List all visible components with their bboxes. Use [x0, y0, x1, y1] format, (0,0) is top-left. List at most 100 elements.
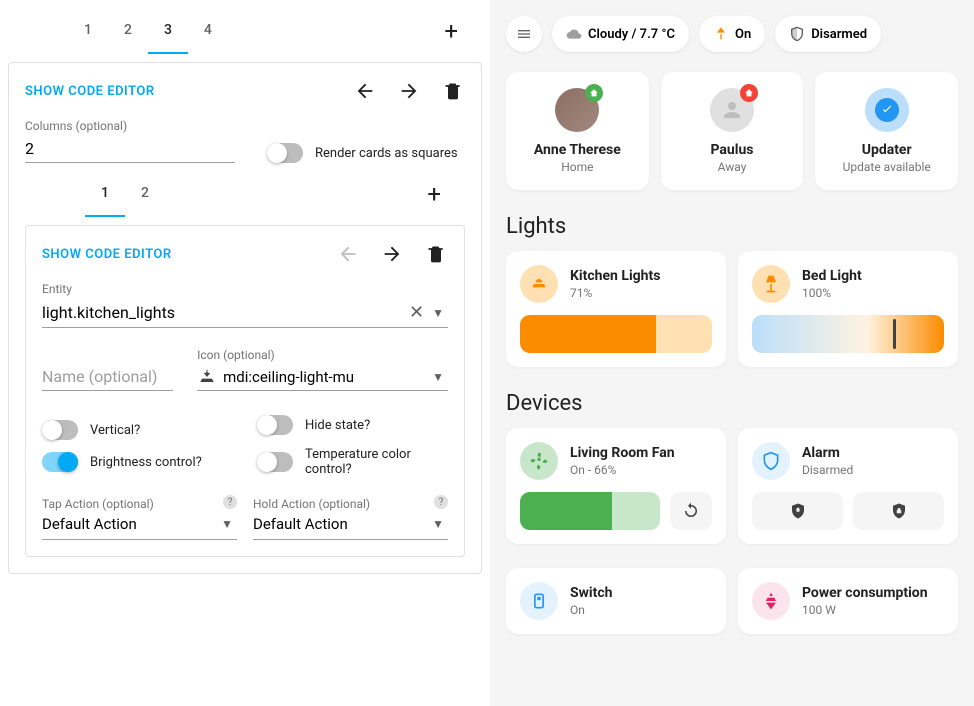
inner-tab-1[interactable]: 1 [85, 171, 125, 217]
fan-icon [520, 442, 558, 480]
device-card-fan[interactable]: Living Room Fan On - 66% [506, 428, 726, 544]
card-sub: On - 66% [570, 463, 675, 477]
cloud-icon [566, 26, 582, 42]
home-badge-icon [585, 84, 603, 102]
columns-input[interactable] [25, 135, 235, 163]
device-card-switch[interactable]: Switch On [506, 568, 726, 634]
render-squares-label: Render cards as squares [315, 146, 458, 161]
hide-state-toggle[interactable] [257, 415, 293, 435]
tab-2[interactable]: 2 [108, 8, 148, 54]
switch-icon [520, 582, 558, 620]
help-icon[interactable]: ? [223, 495, 237, 509]
brightness-toggle[interactable] [42, 452, 78, 472]
arm-away-button[interactable] [853, 492, 944, 530]
weather-chip[interactable]: Cloudy / 7.7 °C [552, 16, 689, 52]
light-card-bed[interactable]: Bed Light 100% [738, 251, 958, 367]
outer-tabs: 1 2 3 4 + [8, 8, 482, 54]
dashboard-preview: Cloudy / 7.7 °C On Disarmed Anne Therese… [490, 0, 974, 706]
entity-label: Entity [42, 282, 448, 296]
card-title: Power consumption [802, 585, 928, 601]
arm-home-button[interactable] [752, 492, 843, 530]
card-sub: Disarmed [802, 463, 853, 477]
icon-dropdown-button[interactable]: ▼ [428, 366, 448, 388]
tab-4[interactable]: 4 [188, 8, 228, 54]
person-status: Away [669, 160, 796, 174]
devices-title: Devices [506, 391, 958, 416]
vertical-label: Vertical? [90, 423, 140, 438]
light-chip-text: On [735, 27, 751, 42]
card-sub: 100% [802, 286, 862, 300]
temp-color-label: Temperature color control? [305, 447, 448, 477]
alarm-chip-text: Disarmed [811, 27, 867, 42]
brightness-label: Brightness control? [90, 455, 202, 470]
tap-action-label: Tap Action (optional)? [42, 497, 237, 511]
person-name: Paulus [669, 142, 796, 158]
columns-label: Columns (optional) [25, 119, 235, 133]
name-input[interactable] [42, 363, 173, 391]
show-code-editor-button[interactable]: SHOW CODE EDITOR [25, 84, 155, 99]
light-chip[interactable]: On [699, 16, 765, 52]
inner-move-right-button[interactable] [380, 242, 404, 266]
alarm-chip[interactable]: Disarmed [775, 16, 881, 52]
person-name: Anne Therese [514, 142, 641, 158]
inner-card-editor: SHOW CODE EDITOR Entity ✕ ▼ Icon (option [25, 225, 465, 557]
editor-panel: 1 2 3 4 + SHOW CODE EDITOR Columns (opti… [0, 0, 490, 706]
card-sub: 100 W [802, 603, 928, 617]
person-card-paulus[interactable]: Paulus Away [661, 72, 804, 190]
tab-1[interactable]: 1 [68, 8, 108, 54]
card-title: Switch [570, 585, 612, 601]
card-title: Living Room Fan [570, 445, 675, 461]
render-squares-toggle[interactable] [267, 143, 303, 163]
oscillate-button[interactable] [670, 492, 712, 530]
shield-icon [789, 26, 805, 42]
hide-state-label: Hide state? [305, 418, 370, 433]
card-sub: On [570, 603, 612, 617]
entity-input[interactable] [42, 299, 405, 326]
light-card-kitchen[interactable]: Kitchen Lights 71% [506, 251, 726, 367]
tab-3[interactable]: 3 [148, 8, 188, 54]
shield-icon [752, 442, 790, 480]
device-card-power[interactable]: Power consumption 100 W [738, 568, 958, 634]
card-title: Bed Light [802, 268, 862, 284]
color-temp-slider[interactable] [752, 315, 944, 353]
transmission-icon [752, 582, 790, 620]
weather-text: Cloudy / 7.7 °C [588, 27, 675, 42]
inner-add-tab-button[interactable]: + [415, 172, 453, 216]
inner-show-code-button[interactable]: SHOW CODE EDITOR [42, 247, 172, 262]
move-right-button[interactable] [397, 79, 421, 103]
inner-delete-button[interactable] [424, 242, 448, 266]
ceiling-light-icon [520, 265, 558, 303]
card-title: Kitchen Lights [570, 268, 660, 284]
icon-input[interactable] [223, 364, 422, 390]
hold-action-select[interactable]: Default Action ▼ [253, 513, 448, 540]
person-card-updater[interactable]: Updater Update available [815, 72, 958, 190]
lights-title: Lights [506, 214, 958, 239]
menu-icon [516, 26, 532, 42]
fan-speed-slider[interactable] [520, 492, 660, 530]
menu-chip[interactable] [506, 16, 542, 52]
add-tab-button[interactable]: + [432, 9, 470, 53]
card-title: Alarm [802, 445, 853, 461]
tap-action-select[interactable]: Default Action ▼ [42, 513, 237, 540]
delete-button[interactable] [441, 79, 465, 103]
inner-tab-2[interactable]: 2 [125, 171, 165, 217]
help-icon[interactable]: ? [434, 495, 448, 509]
entity-dropdown-button[interactable]: ▼ [428, 302, 448, 324]
move-left-button[interactable] [353, 79, 377, 103]
person-name: Updater [823, 142, 950, 158]
card-sub: 71% [570, 286, 660, 300]
brightness-slider[interactable] [520, 315, 712, 353]
avatar [865, 88, 909, 132]
lamp-icon [713, 26, 729, 42]
person-status: Home [514, 160, 641, 174]
device-card-alarm[interactable]: Alarm Disarmed [738, 428, 958, 544]
temp-color-toggle[interactable] [257, 452, 293, 472]
lamp-icon [752, 265, 790, 303]
person-card-anne[interactable]: Anne Therese Home [506, 72, 649, 190]
hold-action-label: Hold Action (optional)? [253, 497, 448, 511]
inner-tabs: 1 2 + [25, 171, 465, 217]
person-status: Update available [823, 160, 950, 174]
vertical-toggle[interactable] [42, 420, 78, 440]
entity-clear-button[interactable]: ✕ [405, 298, 428, 327]
inner-move-left-button[interactable] [336, 242, 360, 266]
